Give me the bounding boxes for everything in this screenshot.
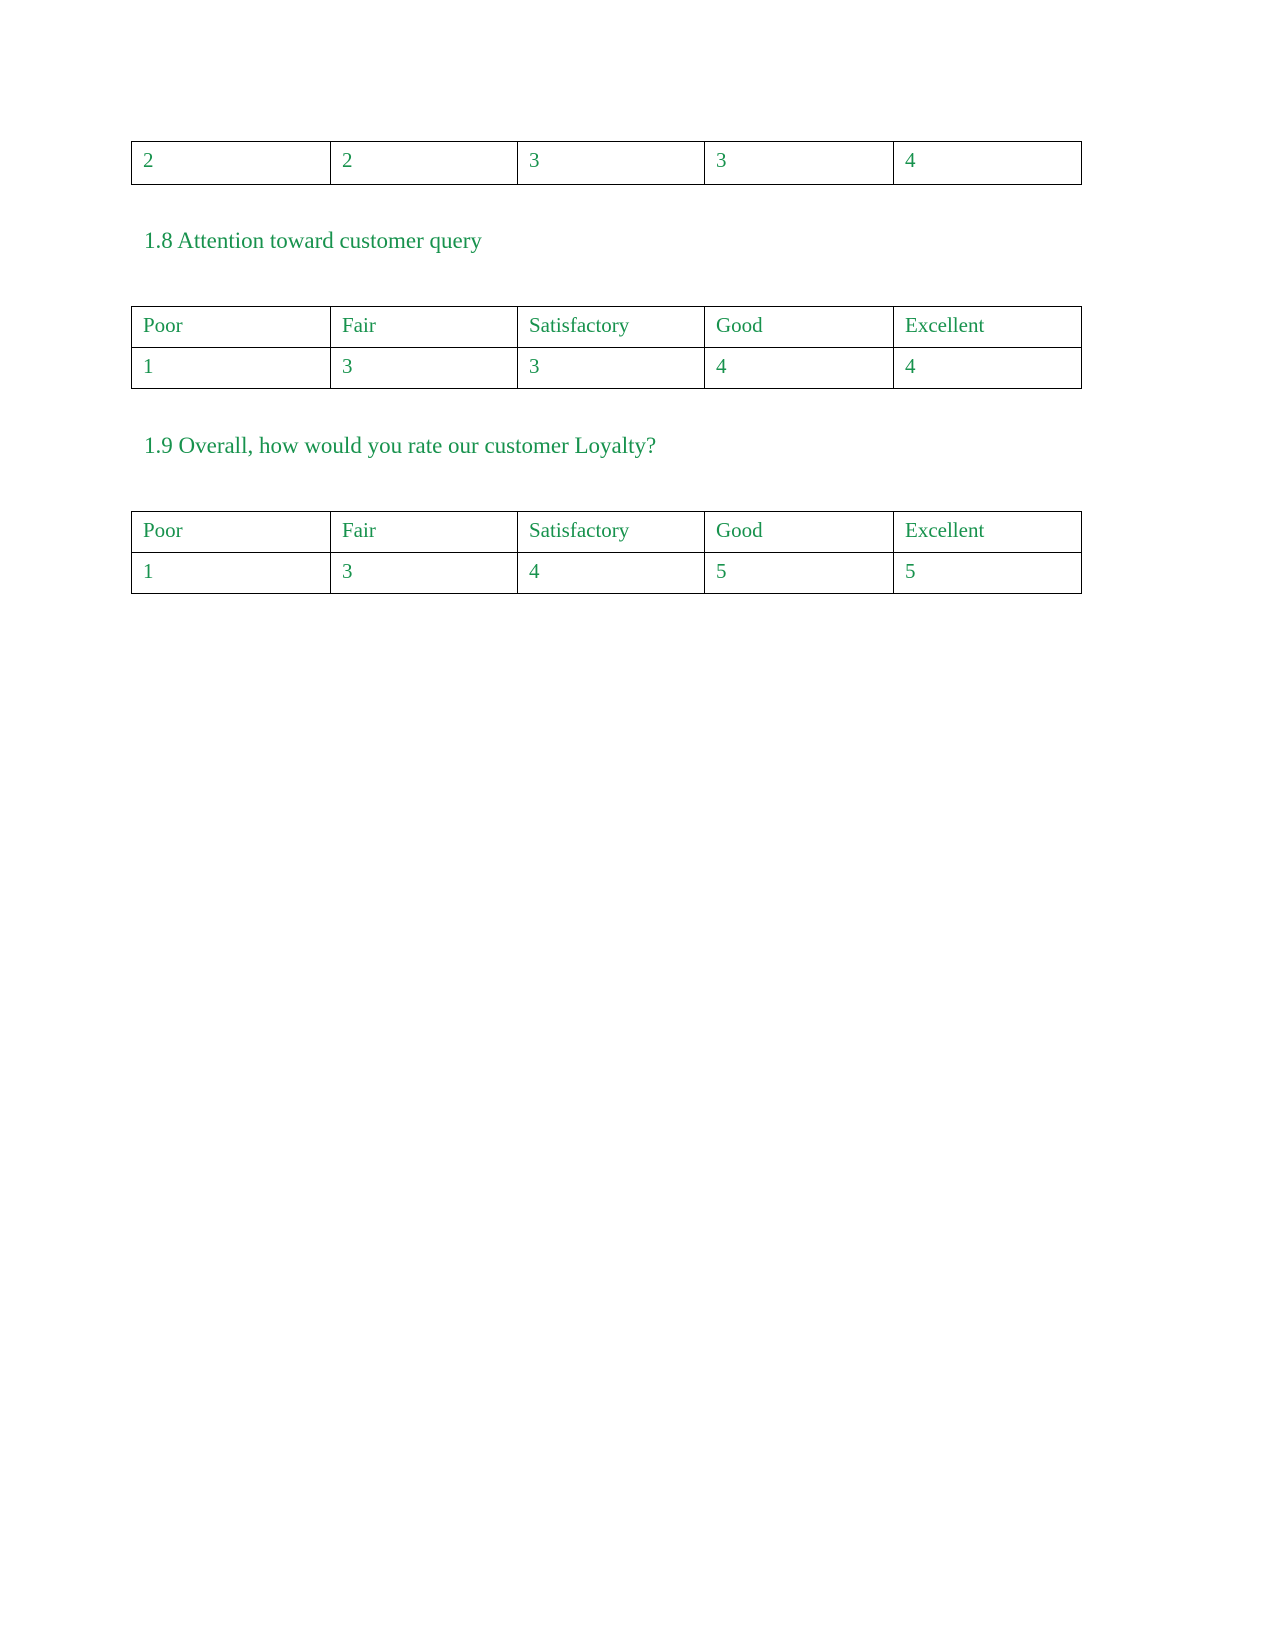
cell-value-excellent: 4	[893, 347, 1082, 389]
cell-value-excellent: 5	[893, 552, 1082, 594]
cell-value-poor: 1	[131, 552, 331, 594]
table-row: 1 3 3 4 4	[131, 347, 1082, 389]
header-excellent: Excellent	[893, 511, 1082, 553]
table-header-row: Poor Fair Satisfactory Good Excellent	[131, 306, 1082, 348]
cell-value-good: 3	[704, 141, 894, 185]
cell-value-poor: 1	[131, 347, 331, 389]
header-good: Good	[704, 511, 894, 553]
document-page: 2 2 3 3 4 1.8 Attention toward customer …	[0, 0, 1275, 1650]
cell-value-satisfactory: 3	[517, 347, 705, 389]
header-poor: Poor	[131, 511, 331, 553]
cell-value-satisfactory: 4	[517, 552, 705, 594]
section-heading-1-9: 1.9 Overall, how would you rate our cust…	[144, 433, 657, 458]
cell-value-excellent: 4	[893, 141, 1082, 185]
table-1-8-wrapper: Poor Fair Satisfactory Good Excellent 1 …	[131, 306, 1082, 389]
table-header-row: Poor Fair Satisfactory Good Excellent	[131, 511, 1082, 553]
table-row: 1 3 4 5 5	[131, 552, 1082, 594]
cell-value-satisfactory: 3	[517, 141, 705, 185]
table-1-9-wrapper: Poor Fair Satisfactory Good Excellent 1 …	[131, 511, 1082, 594]
header-satisfactory: Satisfactory	[517, 511, 705, 553]
header-excellent: Excellent	[893, 306, 1082, 348]
header-poor: Poor	[131, 306, 331, 348]
cell-value-poor: 2	[131, 141, 331, 185]
cell-value-good: 4	[704, 347, 894, 389]
header-fair: Fair	[330, 511, 518, 553]
cell-value-fair: 3	[330, 347, 518, 389]
header-fair: Fair	[330, 306, 518, 348]
header-good: Good	[704, 306, 894, 348]
table-1-9: Poor Fair Satisfactory Good Excellent 1 …	[131, 511, 1082, 594]
cell-value-good: 5	[704, 552, 894, 594]
cell-value-fair: 2	[330, 141, 518, 185]
table-continued: 2 2 3 3 4	[131, 141, 1082, 185]
table-1-8: Poor Fair Satisfactory Good Excellent 1 …	[131, 306, 1082, 389]
cell-value-fair: 3	[330, 552, 518, 594]
table-continued-wrapper: 2 2 3 3 4	[131, 141, 1082, 185]
table-row: 2 2 3 3 4	[131, 141, 1082, 185]
header-satisfactory: Satisfactory	[517, 306, 705, 348]
section-heading-1-8: 1.8 Attention toward customer query	[144, 228, 482, 253]
